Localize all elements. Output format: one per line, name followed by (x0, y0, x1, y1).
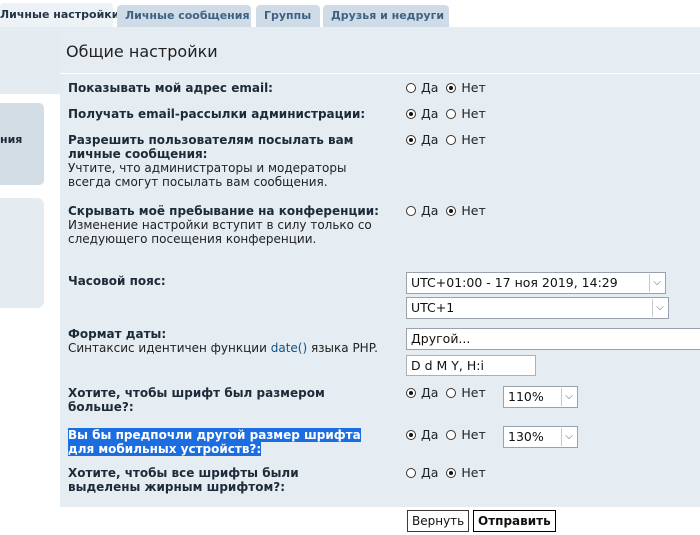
page-title: Общие настройки (66, 42, 218, 61)
php-date-link[interactable]: date() (271, 341, 307, 355)
setting-description: Учтите, что администраторы и модераторы … (68, 161, 347, 189)
sidebar-header (0, 27, 60, 94)
setting-description: Синтаксис идентичен функции date() языка… (68, 341, 378, 355)
setting-description: Изменение настройки вступит в силу тольк… (68, 218, 372, 246)
reset-button[interactable]: Вернуть (407, 510, 470, 532)
tab-private-messages[interactable]: Личные сообщения (117, 5, 251, 27)
radio-button[interactable] (446, 430, 457, 440)
radio-button-selected[interactable] (446, 206, 457, 216)
radio-button[interactable] (446, 135, 457, 145)
radio-no[interactable]: Нет (446, 466, 486, 480)
bold-fonts-radio-group: Да Нет (406, 466, 486, 480)
sidebar-menu-label: ния (0, 133, 23, 146)
radio-no[interactable]: Нет (446, 204, 486, 218)
date-format-select[interactable]: Другой... (406, 328, 700, 350)
bigger-font-size-select[interactable]: 110% ⌵ (503, 386, 578, 408)
sidebar-panel (0, 198, 44, 308)
setting-label: Хотите, чтобы все шрифты были выделены ж… (68, 466, 299, 494)
radio-yes[interactable]: Да (406, 204, 438, 218)
setting-label: Формат даты: Синтаксис идентичен функции… (68, 327, 404, 355)
bigger-font-radio-group: Да Нет (406, 386, 486, 400)
chevron-down-icon: ⌵ (652, 299, 667, 317)
selected-text: Вы бы предпочли другой размер шрифта для… (68, 428, 361, 456)
tab-friends-foes[interactable]: Друзья и недруги (323, 5, 449, 27)
radio-no[interactable]: Нет (446, 107, 486, 121)
tab-groups[interactable]: Группы (256, 5, 320, 27)
date-format-input[interactable]: D d M Y, H:i (406, 355, 536, 376)
tab-personal-settings[interactable]: Личные настройки (0, 3, 119, 27)
chevron-down-icon: ⌵ (561, 388, 576, 406)
radio-no[interactable]: Нет (446, 428, 486, 442)
sidebar-menu-item[interactable]: ния (0, 103, 44, 185)
setting-label: Часовой пояс: (68, 274, 166, 288)
radio-no[interactable]: Нет (446, 133, 486, 147)
radio-button-selected[interactable] (446, 83, 457, 93)
radio-button-selected[interactable] (406, 430, 416, 440)
radio-button[interactable] (406, 468, 416, 478)
allow-pm-radio-group: Да Нет (406, 133, 486, 147)
radio-button-selected[interactable] (406, 135, 416, 145)
radio-button-selected[interactable] (406, 388, 416, 398)
radio-yes[interactable]: Да (406, 133, 438, 147)
radio-yes[interactable]: Да (406, 466, 438, 480)
settings-panel: Общие настройки Показывать мой адрес ema… (60, 27, 700, 507)
radio-button[interactable] (406, 83, 416, 93)
radio-yes[interactable]: Да (406, 107, 438, 121)
chevron-down-icon: ⌵ (561, 428, 576, 446)
radio-button-selected[interactable] (406, 109, 416, 119)
radio-no[interactable]: Нет (446, 386, 486, 400)
setting-label: Хотите, чтобы шрифт был размером больше?… (68, 386, 325, 414)
radio-button[interactable] (446, 388, 457, 398)
radio-yes[interactable]: Да (406, 428, 438, 442)
radio-yes[interactable]: Да (406, 81, 438, 95)
radio-button[interactable] (406, 206, 416, 216)
setting-label: Разрешить пользователям посылать вам лич… (68, 133, 386, 189)
hide-online-radio-group: Да Нет (406, 204, 486, 218)
title-divider (60, 73, 700, 74)
setting-label: Показывать мой адрес email: (68, 81, 273, 95)
setting-label: Вы бы предпочли другой размер шрифта для… (68, 428, 378, 456)
radio-no[interactable]: Нет (446, 81, 486, 95)
mobile-font-radio-group: Да Нет (406, 428, 486, 442)
mobile-font-size-select[interactable]: 130% ⌵ (503, 426, 578, 448)
radio-yes[interactable]: Да (406, 386, 438, 400)
tab-bar: Личные настройки Личные сообщения Группы… (0, 0, 700, 27)
setting-label: Получать email-рассылки администрации: (68, 107, 366, 121)
setting-label: Скрывать моё пребывание на конференции: … (68, 204, 398, 246)
admin-mail-radio-group: Да Нет (406, 107, 486, 121)
timezone-zone-select[interactable]: UTC+1 ⌵ (406, 297, 669, 319)
show-email-radio-group: Да Нет (406, 81, 486, 95)
timezone-date-select[interactable]: UTC+01:00 - 17 ноя 2019, 14:29 ⌵ (406, 272, 666, 294)
radio-button-selected[interactable] (446, 468, 457, 478)
chevron-down-icon: ⌵ (649, 274, 664, 292)
submit-button[interactable]: Отправить (473, 510, 556, 532)
radio-button[interactable] (446, 109, 457, 119)
